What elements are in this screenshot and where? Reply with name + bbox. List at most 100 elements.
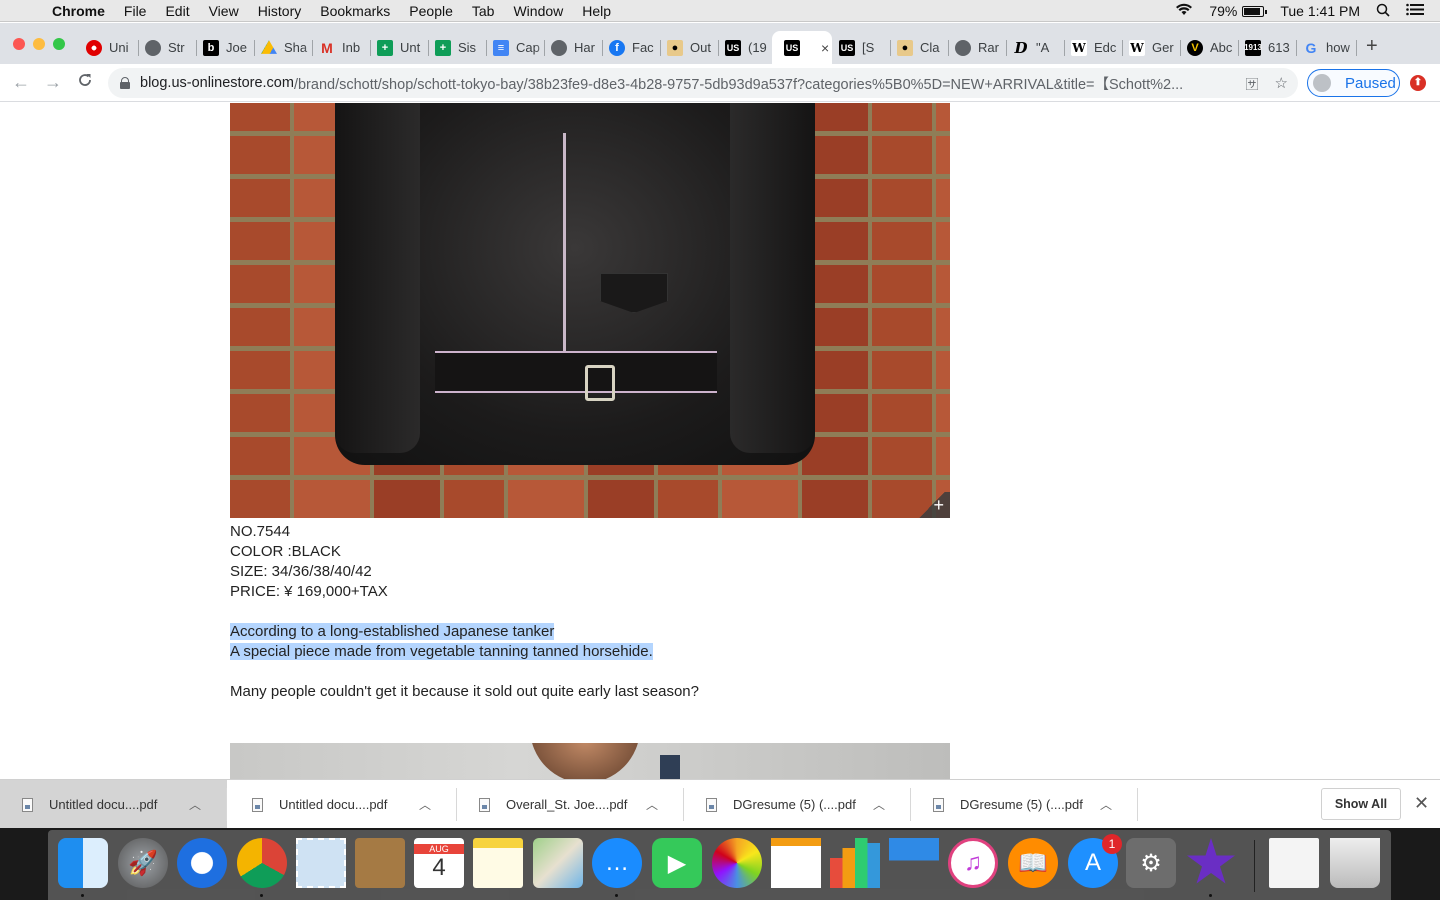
dock-mail-icon[interactable]	[296, 838, 346, 888]
address-bar[interactable]: blog.us-onlinestore.com/brand/schott/sho…	[108, 68, 1298, 98]
show-all-downloads-button[interactable]: Show All	[1321, 788, 1401, 820]
dock-app-store-icon[interactable]: A1	[1068, 834, 1122, 888]
forward-button[interactable]: →	[44, 72, 62, 93]
reload-button[interactable]	[77, 72, 93, 93]
battery-status[interactable]: 79%	[1209, 3, 1268, 19]
dock-launchpad-icon[interactable]: 🚀	[118, 838, 168, 888]
notification-center-icon[interactable]	[1406, 3, 1424, 19]
tab-4[interactable]: M Inb	[315, 31, 371, 64]
tab-20[interactable]: 1913 613	[1241, 31, 1297, 64]
download-item[interactable]: DGresume (5) (....pdf ︿	[684, 780, 911, 829]
tab-1[interactable]: Str	[141, 31, 197, 64]
menu-view[interactable]: View	[209, 3, 239, 19]
notification-badge: 1	[1102, 834, 1122, 854]
dock-messages-icon[interactable]: …	[592, 838, 642, 888]
download-item[interactable]: Untitled docu....pdf ︿	[230, 780, 457, 829]
tab-11[interactable]: US (19	[721, 31, 773, 64]
dock-calendar-icon[interactable]: AUG 4	[414, 838, 464, 888]
tab-13[interactable]: US [S	[835, 31, 891, 64]
menu-file[interactable]: File	[124, 3, 147, 19]
clock[interactable]: Tue 1:41 PM	[1280, 3, 1360, 19]
translate-icon[interactable]: 🈂	[1246, 74, 1259, 93]
menu-people[interactable]: People	[409, 3, 453, 19]
tab-3[interactable]: Sha	[257, 31, 313, 64]
globe-icon	[955, 39, 971, 56]
tab-16[interactable]: D "A	[1009, 31, 1065, 64]
dock-system-preferences-icon[interactable]: ⚙	[1126, 838, 1176, 888]
model-photo[interactable]	[230, 743, 950, 779]
menu-window[interactable]: Window	[513, 3, 563, 19]
chevron-up-icon[interactable]: ︿	[189, 796, 201, 813]
chevron-up-icon[interactable]: ︿	[873, 796, 885, 813]
chevron-up-icon[interactable]: ︿	[1100, 796, 1112, 813]
window-close-button[interactable]	[13, 38, 25, 50]
tab-title: Har	[574, 40, 595, 55]
profile-button[interactable]: Paused	[1307, 69, 1400, 97]
menu-app-name[interactable]: Chrome	[52, 3, 105, 19]
reload-icon	[79, 74, 91, 86]
tab-title: Joe	[226, 40, 247, 55]
dock-contacts-icon[interactable]	[355, 838, 405, 888]
dock-trash-icon[interactable]	[1330, 838, 1380, 888]
dock-keynote-icon[interactable]	[889, 838, 939, 888]
dock-message-preview-icon[interactable]	[1269, 838, 1319, 888]
dock-safari-icon[interactable]	[177, 838, 227, 888]
chevron-up-icon[interactable]: ︿	[419, 796, 431, 813]
update-available-icon[interactable]: ⬆	[1410, 75, 1426, 91]
dock-photos-icon[interactable]	[712, 838, 762, 888]
wifi-icon[interactable]	[1175, 3, 1193, 19]
dock-separator	[1254, 840, 1255, 892]
menu-tab[interactable]: Tab	[472, 3, 495, 19]
tab-active[interactable]: US ×	[772, 31, 832, 64]
dock-chrome-icon[interactable]	[237, 838, 287, 888]
tab-6[interactable]: + Sis	[431, 31, 487, 64]
tab-title: Fac	[632, 40, 654, 55]
tab-0[interactable]: Uni	[82, 31, 139, 64]
dock-finder-icon[interactable]	[58, 838, 108, 888]
tab-8[interactable]: Har	[547, 31, 603, 64]
menu-bar: Chrome File Edit View History Bookmarks …	[0, 0, 1440, 22]
window-zoom-button[interactable]	[53, 38, 65, 50]
dock-facetime-icon[interactable]: ▶	[652, 838, 702, 888]
tab-7[interactable]: ≡ Cap	[489, 31, 545, 64]
download-item[interactable]: Untitled docu....pdf ︿	[0, 780, 227, 829]
menu-edit[interactable]: Edit	[165, 3, 189, 19]
tab-9[interactable]: f Fac	[605, 31, 661, 64]
product-image-jacket[interactable]: +	[230, 103, 950, 518]
chevron-up-icon[interactable]: ︿	[646, 796, 658, 813]
product-specs: NO.7544 COLOR :BLACK SIZE: 34/36/38/40/4…	[230, 522, 388, 602]
window-minimize-button[interactable]	[33, 38, 45, 50]
back-button[interactable]: ←	[12, 72, 30, 93]
tab-5[interactable]: + Unt	[373, 31, 429, 64]
dock-imovie-icon[interactable]	[1187, 838, 1235, 884]
tab-17[interactable]: W Edc	[1067, 31, 1123, 64]
d-script-icon: D	[1014, 38, 1028, 57]
download-item[interactable]: DGresume (5) (....pdf ︿	[911, 780, 1138, 829]
menu-help[interactable]: Help	[582, 3, 611, 19]
dock-pages-icon[interactable]	[771, 838, 821, 888]
tab-close-icon[interactable]: ×	[821, 40, 829, 56]
tab-2[interactable]: b Joe	[199, 31, 255, 64]
dock-ibooks-icon[interactable]: 📖	[1008, 838, 1058, 888]
menu-history[interactable]: History	[258, 3, 302, 19]
dock-maps-icon[interactable]	[533, 838, 583, 888]
tab-10[interactable]: ● Out	[663, 31, 719, 64]
tab-19[interactable]: V Abc	[1183, 31, 1239, 64]
lock-icon[interactable]	[120, 77, 130, 89]
dock-numbers-icon[interactable]	[830, 838, 880, 888]
expand-image-icon[interactable]: +	[914, 492, 950, 518]
tab-18[interactable]: W Ger	[1125, 31, 1181, 64]
new-tab-button[interactable]: +	[1366, 35, 1378, 58]
tab-14[interactable]: ● Cla	[893, 31, 949, 64]
menu-bookmarks[interactable]: Bookmarks	[320, 3, 390, 19]
tab-15[interactable]: Rar	[951, 31, 1007, 64]
bookmark-star-icon[interactable]: ☆	[1275, 74, 1288, 93]
v-logo-icon: V	[1187, 39, 1203, 56]
download-shelf: Untitled docu....pdf ︿ Untitled docu....pd…	[0, 779, 1440, 829]
download-item[interactable]: Overall_St. Joe....pdf ︿	[457, 780, 684, 829]
dock-notes-icon[interactable]	[473, 838, 523, 888]
spotlight-search-icon[interactable]	[1376, 3, 1390, 20]
dock-itunes-icon[interactable]: ♫	[948, 838, 998, 888]
close-download-shelf-button[interactable]: ✕	[1414, 793, 1429, 814]
tab-21[interactable]: Ghow	[1299, 31, 1357, 64]
